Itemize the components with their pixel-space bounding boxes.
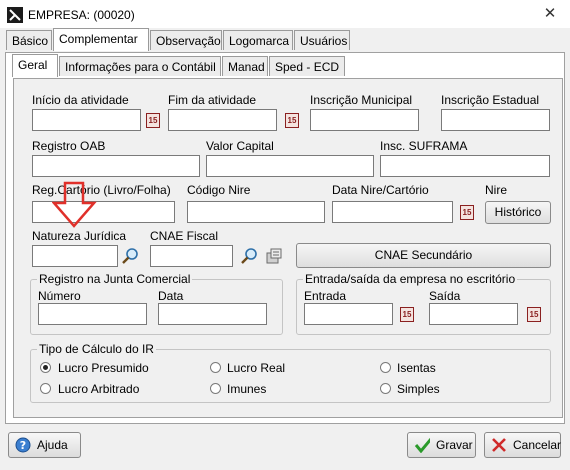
insc-suframa-label: Insc. SUFRAMA [380,139,468,153]
window-title: EMPRESA: (00020) [28,8,135,22]
checkmark-icon [414,438,430,453]
search-icon[interactable] [121,247,139,265]
insc-suframa-input[interactable] [380,155,550,177]
simples-label: Simples [397,382,440,396]
codigo-nire-input[interactable] [187,201,325,223]
tab-complementar[interactable]: Complementar [53,28,149,51]
valor-capital-label: Valor Capital [206,139,274,153]
numero-input[interactable] [38,303,147,325]
inicio-atividade-input[interactable] [32,109,141,131]
natureza-juridica-label: Natureza Jurídica [32,229,127,243]
calendar-icon[interactable]: 15 [285,113,299,128]
cancelar-label: Cancelar [513,438,562,452]
radio-imunes[interactable] [210,383,221,394]
valor-capital-input[interactable] [206,155,374,177]
arrow-down-icon [52,181,97,228]
inscricao-estadual-label: Inscrição Estadual [441,93,540,107]
tab-sped-ecd[interactable]: Sped - ECD [269,56,345,76]
natureza-juridica-input[interactable] [32,245,118,267]
entrada-saida-title: Entrada/saída da empresa no escritório [303,272,518,286]
tab-geral[interactable]: Geral [12,54,58,77]
imunes-label: Imunes [227,382,267,396]
calendar-icon[interactable]: 15 [400,307,414,322]
cnae-fiscal-input[interactable] [150,245,233,267]
tab-manad[interactable]: Manad [222,56,268,76]
registro-oab-input[interactable] [32,155,200,177]
cnae-fiscal-label: CNAE Fiscal [150,229,219,243]
gravar-button[interactable]: Gravar [407,432,476,458]
calendar-icon[interactable]: 15 [146,113,160,128]
radio-lucro-presumido[interactable] [40,362,51,373]
data-label: Data [158,289,184,303]
ir-title: Tipo de Cálculo do IR [37,342,156,356]
isentas-label: Isentas [397,361,436,375]
close-icon[interactable]: ✕ [540,5,560,23]
tab-usuarios[interactable]: Usuários [294,30,350,50]
junta-comercial-title: Registro na Junta Comercial [37,272,193,286]
registro-oab-label: Registro OAB [32,139,106,153]
numero-label: Número [38,289,81,303]
radio-lucro-arbitrado[interactable] [40,383,51,394]
entrada-input[interactable] [304,303,393,325]
fim-atividade-input[interactable] [168,109,277,131]
data-nire-input[interactable] [332,201,453,223]
lucro-arbitrado-label: Lucro Arbitrado [58,382,140,396]
inscricao-municipal-input[interactable] [310,109,419,131]
inicio-atividade-label: Início da atividade [32,93,129,107]
list-lookup-icon[interactable] [265,247,283,265]
saida-input[interactable] [429,303,518,325]
nire-label: Nire [485,183,508,197]
historico-button[interactable]: Histórico [485,201,551,224]
tab-informacoes-contabil[interactable]: Informações para o Contábil [59,56,221,76]
app-icon [7,7,23,23]
data-input[interactable] [158,303,267,325]
cnae-secundario-button[interactable]: CNAE Secundário [296,243,551,268]
inscricao-estadual-input[interactable] [441,109,550,131]
codigo-nire-label: Código Nire [187,183,251,197]
tab-basico[interactable]: Básico [6,30,52,50]
saida-label: Saída [429,289,461,303]
svg-text:?: ? [20,439,26,452]
tab-logomarca[interactable]: Logomarca [223,30,293,50]
radio-lucro-real[interactable] [210,362,221,373]
search-icon[interactable] [240,247,258,265]
cancelar-button[interactable]: Cancelar [484,432,561,458]
inscricao-municipal-label: Inscrição Municipal [310,93,413,107]
data-nire-label: Data Nire/Cartório [332,183,429,197]
calendar-icon[interactable]: 15 [527,307,541,322]
fim-atividade-label: Fim da atividade [168,93,257,107]
tab-observacao[interactable]: Observação [150,30,222,50]
cancel-icon [492,438,506,452]
radio-simples[interactable] [380,383,391,394]
lucro-real-label: Lucro Real [227,361,286,375]
calendar-icon[interactable]: 15 [460,205,474,220]
lucro-presumido-label: Lucro Presumido [58,361,149,375]
radio-isentas[interactable] [380,362,391,373]
ajuda-button[interactable]: ? Ajuda [8,432,81,458]
help-icon: ? [15,437,31,453]
ajuda-label: Ajuda [37,438,68,452]
gravar-label: Gravar [436,438,473,452]
entrada-label: Entrada [304,289,347,303]
